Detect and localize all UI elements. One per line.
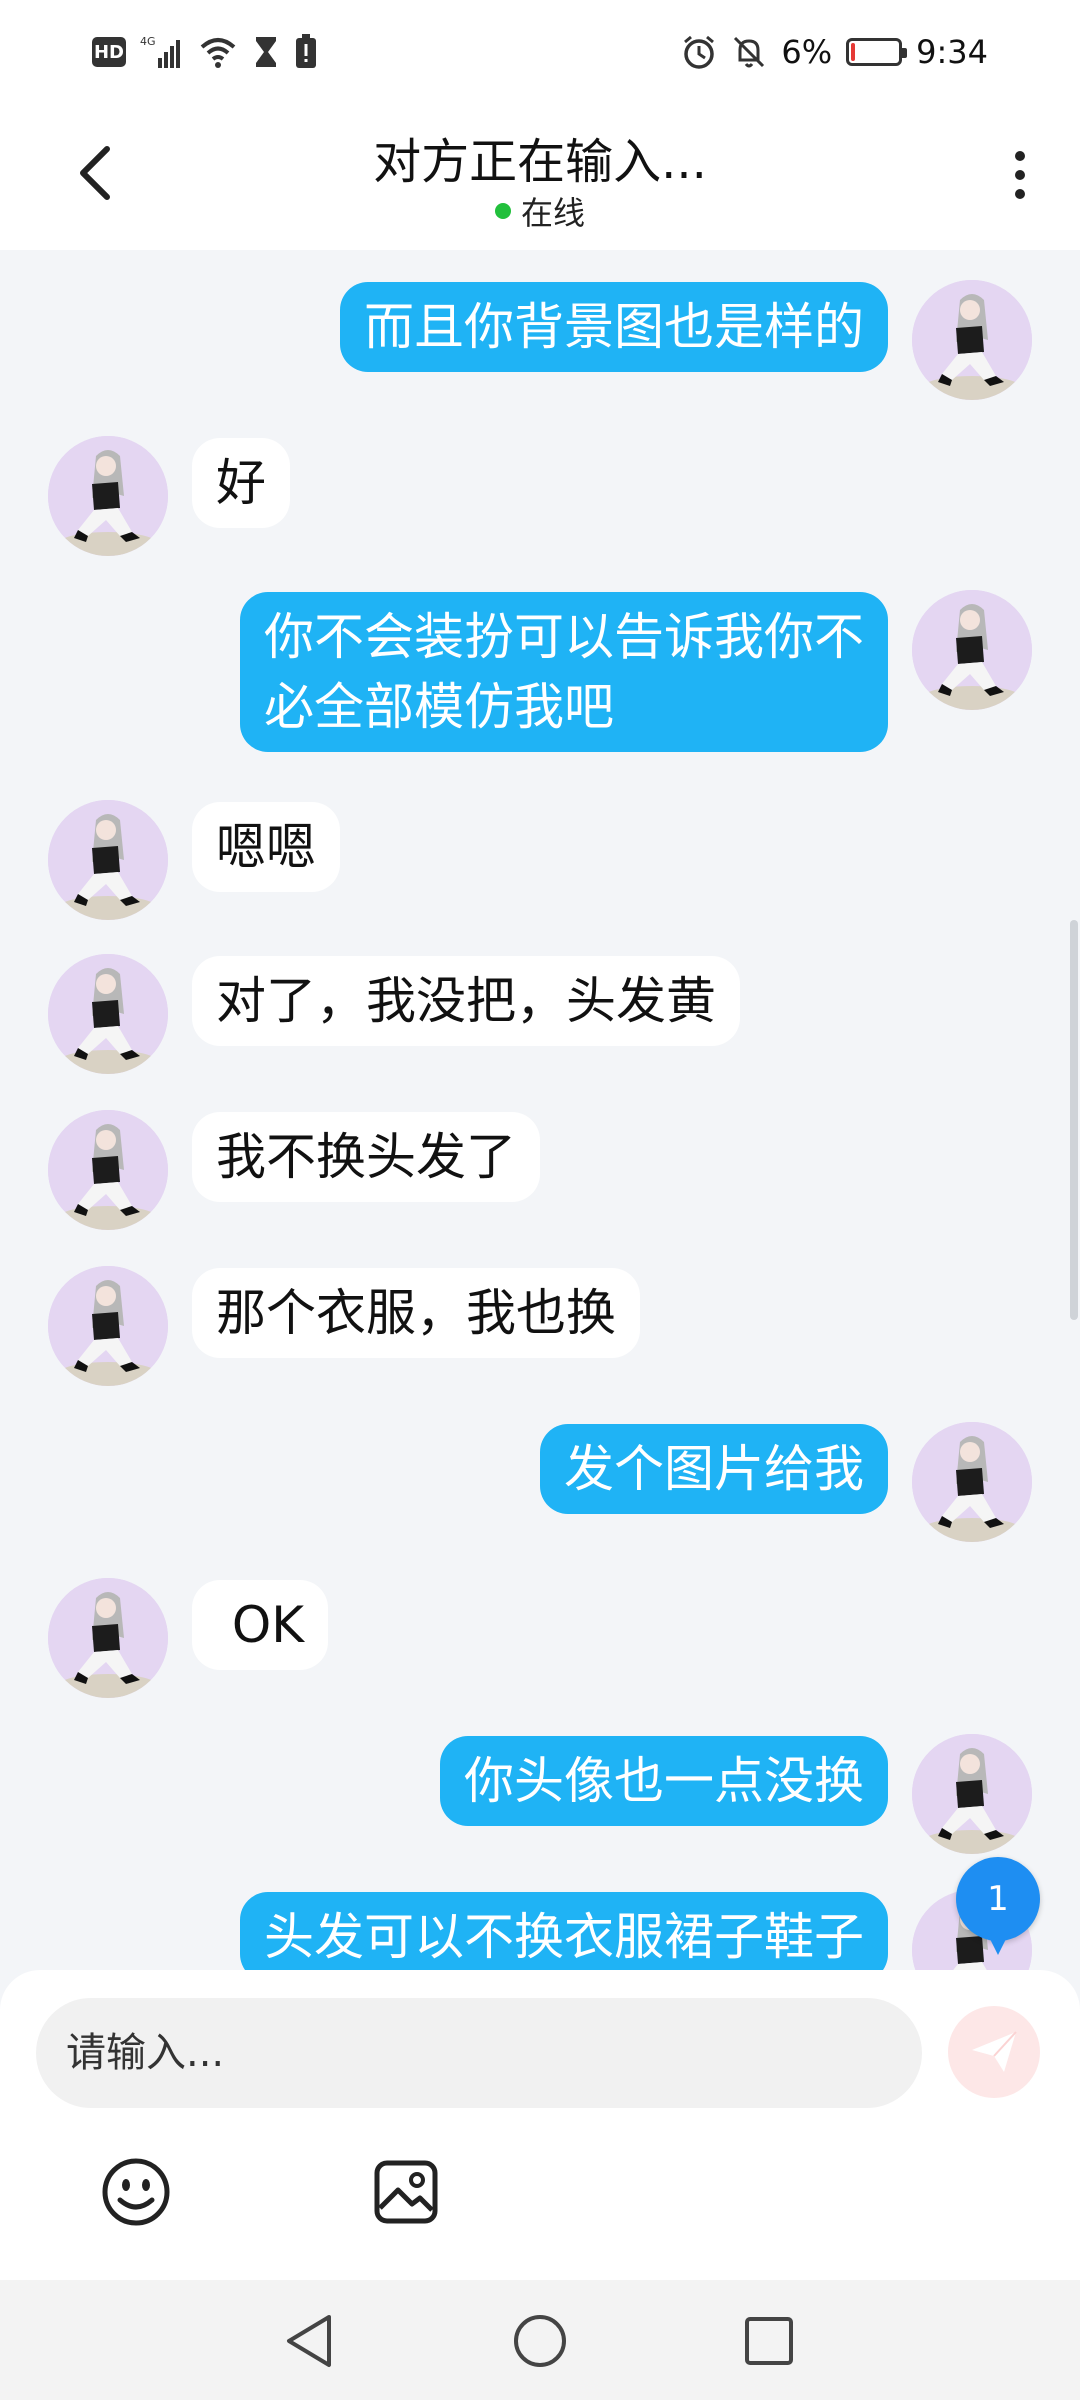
message-bubble[interactable]: 嗯嗯 bbox=[192, 802, 340, 892]
image-button[interactable] bbox=[366, 2152, 446, 2232]
svg-text:4G: 4G bbox=[140, 35, 156, 48]
nav-back-button[interactable] bbox=[274, 2306, 344, 2376]
contact-avatar[interactable] bbox=[48, 1578, 168, 1698]
status-left: HD 4G bbox=[92, 30, 318, 74]
alert-icon bbox=[296, 34, 316, 68]
message-bubble[interactable]: 你头像也一点没换 bbox=[440, 1736, 888, 1826]
mute-icon bbox=[734, 36, 765, 68]
incoming-message: 对了，我没把，头发黄 bbox=[0, 954, 1080, 1078]
incoming-message: OK bbox=[0, 1578, 1080, 1702]
avatar-figure-icon bbox=[912, 1734, 1032, 1854]
contact-avatar[interactable] bbox=[48, 1266, 168, 1386]
contact-avatar[interactable] bbox=[48, 1110, 168, 1230]
online-dot-icon bbox=[494, 203, 511, 219]
my-avatar[interactable] bbox=[912, 280, 1032, 400]
avatar-figure-icon bbox=[48, 954, 168, 1074]
my-avatar[interactable] bbox=[912, 590, 1032, 710]
avatar-figure-icon bbox=[48, 1110, 168, 1230]
outgoing-message: 头发可以不换衣服裙子鞋子 bbox=[0, 1890, 1080, 1970]
alarm-icon bbox=[684, 35, 715, 69]
presence: 在线 bbox=[0, 188, 1080, 234]
message-bubble[interactable]: 对了，我没把，头发黄 bbox=[192, 956, 740, 1046]
emoji-button[interactable] bbox=[96, 2152, 176, 2232]
avatar-figure-icon bbox=[912, 280, 1032, 400]
hourglass-icon bbox=[256, 37, 276, 67]
square-recents-icon bbox=[745, 2317, 793, 2365]
message-bubble[interactable]: 头发可以不换衣服裙子鞋子 bbox=[240, 1892, 888, 1970]
triangle-back-icon bbox=[287, 2315, 331, 2367]
incoming-message: 那个衣服，我也换 bbox=[0, 1266, 1080, 1390]
circle-home-icon bbox=[514, 2315, 566, 2367]
avatar-figure-icon bbox=[48, 436, 168, 556]
message-bubble[interactable]: OK bbox=[192, 1580, 329, 1670]
dot-icon bbox=[1015, 170, 1025, 180]
my-avatar[interactable] bbox=[912, 1422, 1032, 1542]
status-bar: HD 4G 6% 9:34 bbox=[0, 0, 1080, 100]
avatar-figure-icon bbox=[48, 1266, 168, 1386]
chat-title: 对方正在输入... bbox=[373, 134, 707, 190]
nav-home-button[interactable] bbox=[505, 2306, 575, 2376]
avatar-figure-icon bbox=[48, 1578, 168, 1698]
message-bubble[interactable]: 发个图片给我 bbox=[540, 1424, 888, 1514]
message-bubble[interactable]: 而且你背景图也是样的 bbox=[340, 282, 888, 372]
dot-icon bbox=[1015, 189, 1025, 199]
battery-level bbox=[851, 43, 856, 61]
contact-avatar[interactable] bbox=[48, 436, 168, 556]
unread-badge[interactable]: 1 bbox=[956, 1857, 1040, 1955]
avatar-figure-icon bbox=[912, 590, 1032, 710]
avatar-figure-icon bbox=[912, 1422, 1032, 1542]
signal-icon: 4G bbox=[140, 35, 180, 68]
my-avatar[interactable] bbox=[912, 1734, 1032, 1854]
dot-icon bbox=[1015, 151, 1025, 161]
hd-badge: HD bbox=[92, 37, 126, 67]
incoming-message: 嗯嗯 bbox=[0, 800, 1080, 924]
message-bubble[interactable]: 你不会装扮可以告诉我你不 必全部模仿我吧 bbox=[240, 592, 888, 752]
send-button[interactable] bbox=[948, 2006, 1040, 2098]
message-list[interactable]: 而且你背景图也是样的好你不会装扮可以告诉我你不 必全部模仿我吧嗯嗯对了，我没把，… bbox=[0, 250, 1080, 1970]
message-bubble[interactable]: 那个衣服，我也换 bbox=[192, 1268, 640, 1358]
outgoing-message: 发个图片给我 bbox=[0, 1422, 1080, 1546]
chat-header: 对方正在输入... 在线 bbox=[0, 100, 1080, 250]
wifi-icon bbox=[200, 38, 236, 68]
more-options-button[interactable] bbox=[1000, 145, 1040, 205]
battery-percent: 6% bbox=[781, 33, 833, 71]
status-right: 6% 9:34 bbox=[681, 30, 988, 74]
presence-label: 在线 bbox=[520, 194, 585, 232]
message-bubble[interactable]: 我不换头发了 bbox=[192, 1112, 540, 1202]
scrollbar[interactable] bbox=[1070, 920, 1078, 1320]
incoming-message: 我不换头发了 bbox=[0, 1110, 1080, 1234]
nav-recents-button[interactable] bbox=[734, 2306, 804, 2376]
outgoing-message: 你不会装扮可以告诉我你不 必全部模仿我吧 bbox=[0, 590, 1080, 760]
clock: 9:34 bbox=[916, 33, 988, 71]
outgoing-message: 你头像也一点没换 bbox=[0, 1734, 1080, 1858]
outgoing-message: 而且你背景图也是样的 bbox=[0, 280, 1080, 404]
send-icon bbox=[972, 2031, 1017, 2072]
image-icon bbox=[374, 2160, 438, 2224]
contact-avatar[interactable] bbox=[48, 800, 168, 920]
smiley-icon bbox=[102, 2158, 170, 2226]
message-input[interactable] bbox=[36, 1998, 922, 2108]
battery-icon bbox=[846, 38, 908, 66]
message-bubble[interactable]: 好 bbox=[192, 438, 290, 528]
system-nav-bar bbox=[0, 2280, 1080, 2400]
contact-avatar[interactable] bbox=[48, 954, 168, 1074]
incoming-message: 好 bbox=[0, 436, 1080, 560]
composer bbox=[0, 1970, 1080, 2280]
avatar-figure-icon bbox=[48, 800, 168, 920]
